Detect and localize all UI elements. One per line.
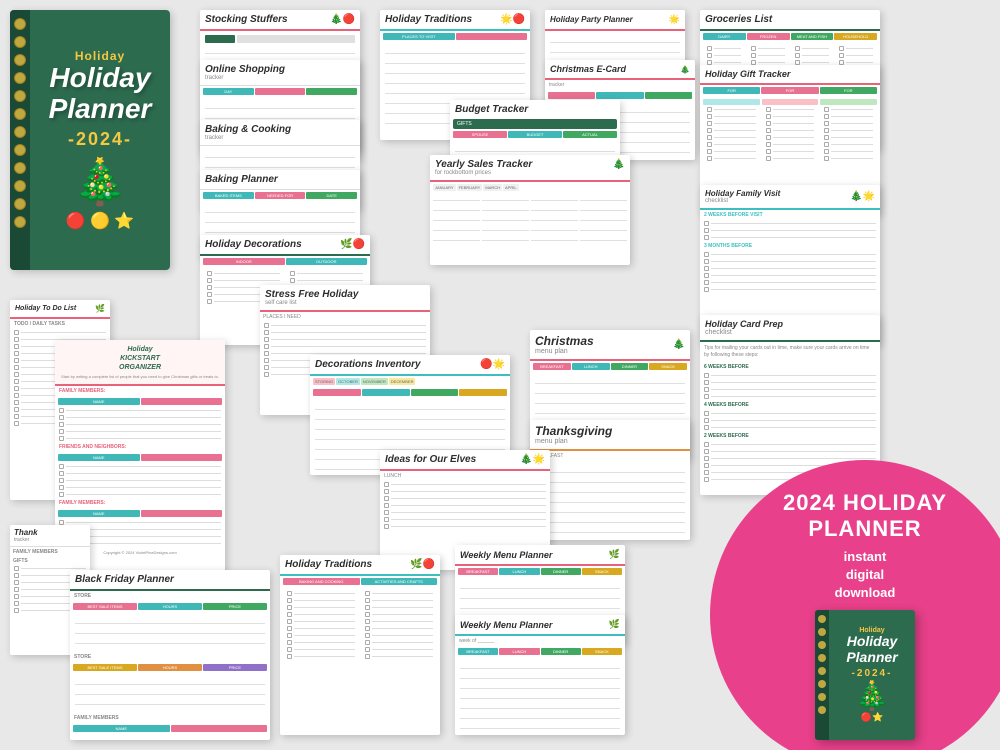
pages-spread: Holiday HolidayPlanner -2024- 🎄 🔴 🟡 ⭐ St…: [0, 0, 1000, 750]
stocking-title: Stocking Stuffers: [205, 14, 288, 25]
stress-free-subtitle: self care list: [265, 300, 425, 306]
mini-spine-dot: [818, 693, 826, 701]
traditions-top-title: Holiday Traditions: [385, 14, 472, 25]
thanksgiving-subtitle: menu plan: [535, 438, 612, 445]
mini-spine-dot: [818, 641, 826, 649]
col-extra: [456, 33, 528, 40]
deco-inventory-title: Decorations Inventory: [315, 359, 421, 370]
weekly1-title: Weekly Menu Planner: [460, 550, 552, 560]
mini-spine-dot: [818, 706, 826, 714]
budget-title: Budget Tracker: [455, 104, 615, 115]
party-title: Holiday Party Planner: [550, 15, 633, 24]
mini-holiday-title: HolidayPlanner: [846, 634, 897, 665]
pink-circle-badge-text: instant digital download: [783, 548, 947, 603]
mini-spine-dot: [818, 667, 826, 675]
weekly-menu2-page: Weekly Menu Planner 🌿 week of ______ BRE…: [455, 615, 625, 735]
traditions-bottom-title: Holiday Traditions: [285, 559, 372, 570]
blackfriday-page: Black Friday Planner STORE BEST SALE ITE…: [70, 570, 270, 740]
spine-circle: [14, 36, 26, 48]
spine-circle: [14, 108, 26, 120]
thankyou-title: Thank: [14, 528, 86, 537]
thankyou-subtitle: tracker: [14, 537, 86, 543]
mini-spine-dot: [818, 628, 826, 636]
christmas-menu-title: Christmas: [535, 334, 594, 348]
thanksgiving-page: Thanksgiving menu plan BREAKFAST: [530, 420, 690, 540]
decorations-title: Holiday Decorations: [205, 239, 302, 250]
family-visit-title: Holiday Family Visit: [705, 189, 780, 198]
groceries-title: Groceries List: [705, 14, 772, 25]
pink-circle-year: 2024 HOLIDAY: [783, 490, 947, 516]
yearly-sales-page: Yearly Sales Tracker for rockbottom pric…: [430, 155, 630, 265]
family-visit-subtitle: checklist: [705, 198, 780, 204]
spine-circle: [14, 18, 26, 30]
baking-cooking-subtitle: tracker: [205, 135, 355, 141]
stress-free-title: Stress Free Holiday: [265, 289, 425, 300]
pink-circle-title: PLANNER: [783, 516, 947, 542]
mini-year: -2024-: [852, 668, 893, 679]
spine: [10, 10, 30, 270]
traditions-cols: PLACES TO VISIT: [380, 31, 530, 42]
elves-title: Ideas for Our Elves: [385, 454, 476, 465]
mini-spine: [815, 610, 829, 740]
sales-title: Yearly Sales Tracker: [435, 159, 532, 170]
mini-cover-content: Holiday HolidayPlanner -2024- 🎄 🔴⭐: [829, 610, 915, 740]
thanksgiving-title: Thanksgiving: [535, 424, 612, 438]
cover-main-title: HolidayPlanner: [49, 63, 152, 125]
card-prep-title: Holiday Card Prep: [705, 319, 875, 329]
sales-subtitle: for rockbottom prices: [435, 170, 532, 176]
mini-spine-dot: [818, 680, 826, 688]
cover-tree-icon: 🎄: [72, 155, 128, 208]
christmas-menu-subtitle: menu plan: [535, 348, 594, 355]
planner-cover: Holiday HolidayPlanner -2024- 🎄 🔴 🟡 ⭐: [10, 10, 170, 270]
spine-circle: [14, 126, 26, 138]
blackfriday-title: Black Friday Planner: [75, 574, 265, 585]
cover-year: -2024-: [68, 129, 132, 150]
mini-tree-icon: 🎄: [855, 679, 890, 712]
pink-circle-content: 2024 HOLIDAY PLANNER instant digital dow…: [783, 490, 947, 602]
cover-ornament-row: 🔴 🟡 ⭐: [66, 211, 135, 231]
spine-circle: [14, 90, 26, 102]
stocking-ornament: 🎄🔴: [330, 14, 355, 25]
online-shopping-subtitle: tracker: [205, 75, 355, 81]
spine-circle: [14, 198, 26, 210]
cover-content: Holiday HolidayPlanner -2024- 🎄 🔴 🟡 ⭐: [30, 10, 170, 270]
weekly2-title: Weekly Menu Planner: [460, 620, 552, 630]
cover-holiday-label: Holiday: [75, 49, 125, 63]
todo-title: Holiday To Do List: [15, 305, 76, 312]
spine-circle: [14, 72, 26, 84]
mini-planner-mockup: Holiday HolidayPlanner -2024- 🎄 🔴⭐: [815, 610, 915, 740]
mini-spine-dot: [818, 654, 826, 662]
spine-circle: [14, 144, 26, 156]
card-prep-subtitle: checklist: [705, 329, 875, 336]
mini-spine-dot: [818, 615, 826, 623]
traditions-bottom-page: Holiday Traditions 🌿🔴 BAKING AND COOKING…: [280, 555, 440, 735]
baking-cooking-title: Baking & Cooking: [205, 124, 355, 135]
col-places: PLACES TO VISIT: [383, 33, 455, 40]
kickstart-title: HolidayKICKSTARTORGANIZER: [60, 345, 220, 372]
pink-circle-badge: 2024 HOLIDAY PLANNER instant digital dow…: [710, 460, 1000, 750]
spine-circle: [14, 162, 26, 174]
spine-circle: [14, 54, 26, 66]
spine-circle: [14, 180, 26, 192]
spine-circle: [14, 216, 26, 228]
baking-planner-title: Baking Planner: [205, 174, 355, 185]
online-shopping-title: Online Shopping: [205, 64, 355, 75]
ecard-title: Christmas E-Card: [550, 64, 626, 74]
main-container: Holiday HolidayPlanner -2024- 🎄 🔴 🟡 ⭐ St…: [0, 0, 1000, 750]
traditions-top-deco: 🌟🔴: [500, 14, 525, 25]
gift-tracker-title: Holiday Gift Tracker: [705, 69, 875, 79]
